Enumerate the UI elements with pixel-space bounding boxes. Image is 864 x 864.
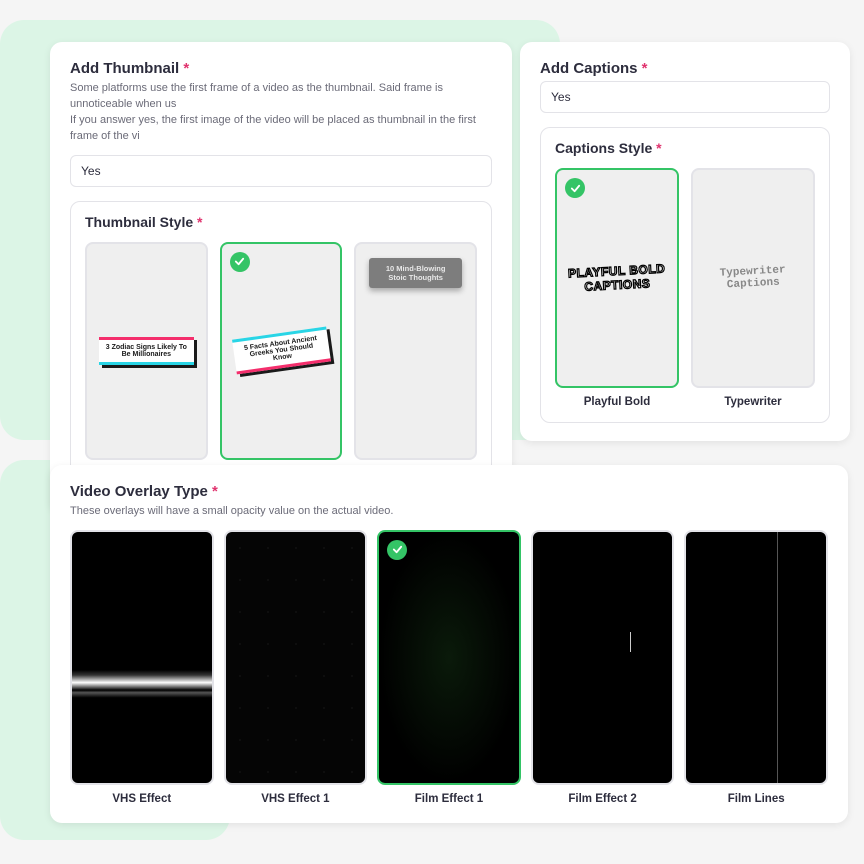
option-label: VHS Effect 1 — [224, 793, 368, 805]
add-thumbnail-title: Add Thumbnail * — [70, 60, 492, 77]
check-icon — [387, 540, 407, 560]
required-asterisk: * — [197, 214, 202, 230]
option-label: Film Lines — [684, 793, 828, 805]
required-asterisk: * — [656, 140, 661, 156]
select-value: Yes — [81, 164, 101, 178]
overlay-preview — [70, 530, 214, 785]
captions-option-playful-bold[interactable]: PLAYFUL BOLD CAPTIONS Playful Bold — [555, 168, 679, 408]
thumbnail-option-modern-noise-wall[interactable]: 10 Mind-Blowing Stoic Thoughts Modern No… — [354, 242, 477, 480]
overlay-preview — [377, 530, 521, 785]
overlay-options-row: VHS Effect VHS Effect 1 Film Effect 1 Fi… — [70, 530, 828, 805]
title-text: Add Thumbnail — [70, 60, 179, 77]
captions-option-typewriter[interactable]: Typewriter Captions Typewriter — [691, 168, 815, 408]
add-captions-card: Add Captions * Yes Captions Style * PLAY… — [520, 42, 850, 441]
check-icon — [230, 252, 250, 272]
preview-text: 3 Zodiac Signs Likely To Be Millionaires — [99, 337, 194, 365]
option-label: Typewriter — [691, 396, 815, 408]
required-asterisk: * — [642, 60, 648, 77]
overlay-preview — [684, 530, 828, 785]
video-overlay-card: Video Overlay Type * These overlays will… — [50, 465, 848, 823]
add-captions-title: Add Captions * — [540, 60, 830, 77]
required-asterisk: * — [212, 483, 218, 500]
captions-style-title: Captions Style * — [555, 140, 815, 156]
overlay-option-film-lines[interactable]: Film Lines — [684, 530, 828, 805]
thumbnail-option-tiktok-horizontal[interactable]: 3 Zodiac Signs Likely To Be Millionaires… — [85, 242, 208, 480]
preview-text: 5 Facts About Ancient Greeks You Should … — [232, 327, 331, 375]
preview-text: Typewriter Captions — [692, 263, 813, 293]
add-thumbnail-description: Some platforms use the first frame of a … — [70, 81, 492, 145]
option-label: Film Effect 2 — [531, 793, 675, 805]
thumbnail-option-tiktok-rotated[interactable]: 5 Facts About Ancient Greeks You Should … — [220, 242, 343, 480]
title-text: Video Overlay Type — [70, 483, 208, 500]
captions-style-group: Captions Style * PLAYFUL BOLD CAPTIONS P… — [540, 127, 830, 423]
thumbnail-options-row: 3 Zodiac Signs Likely To Be Millionaires… — [85, 242, 477, 480]
thumbnail-style-title: Thumbnail Style * — [85, 214, 477, 230]
add-thumbnail-card: Add Thumbnail * Some platforms use the f… — [50, 42, 512, 513]
select-value: Yes — [551, 90, 571, 104]
add-captions-select[interactable]: Yes — [540, 81, 830, 113]
option-label: Film Effect 1 — [377, 793, 521, 805]
add-thumbnail-select[interactable]: Yes — [70, 155, 492, 187]
overlay-option-vhs-effect-1[interactable]: VHS Effect 1 — [224, 530, 368, 805]
option-label: VHS Effect — [70, 793, 214, 805]
overlay-option-vhs-effect[interactable]: VHS Effect — [70, 530, 214, 805]
caption-preview: Typewriter Captions — [691, 168, 815, 388]
caption-preview: PLAYFUL BOLD CAPTIONS — [555, 168, 679, 388]
title-text: Thumbnail Style — [85, 214, 193, 230]
desc-line: Some platforms use the first frame of a … — [70, 81, 492, 113]
thumbnail-preview: 10 Mind-Blowing Stoic Thoughts — [354, 242, 477, 460]
preview-text: PLAYFUL BOLD CAPTIONS — [556, 261, 677, 295]
thumbnail-preview: 5 Facts About Ancient Greeks You Should … — [220, 242, 343, 460]
desc-line: If you answer yes, the first image of th… — [70, 113, 492, 145]
overlay-preview — [531, 530, 675, 785]
video-overlay-title: Video Overlay Type * — [70, 483, 828, 500]
overlay-preview — [224, 530, 368, 785]
thumbnail-style-group: Thumbnail Style * 3 Zodiac Signs Likely … — [70, 201, 492, 495]
video-overlay-description: These overlays will have a small opacity… — [70, 504, 828, 520]
title-text: Add Captions — [540, 60, 638, 77]
option-label: Playful Bold — [555, 396, 679, 408]
preview-text: 10 Mind-Blowing Stoic Thoughts — [369, 258, 462, 288]
captions-options-row: PLAYFUL BOLD CAPTIONS Playful Bold Typew… — [555, 168, 815, 408]
title-text: Captions Style — [555, 140, 652, 156]
overlay-option-film-effect-2[interactable]: Film Effect 2 — [531, 530, 675, 805]
thumbnail-preview: 3 Zodiac Signs Likely To Be Millionaires — [85, 242, 208, 460]
check-icon — [565, 178, 585, 198]
required-asterisk: * — [183, 60, 189, 77]
overlay-option-film-effect-1[interactable]: Film Effect 1 — [377, 530, 521, 805]
